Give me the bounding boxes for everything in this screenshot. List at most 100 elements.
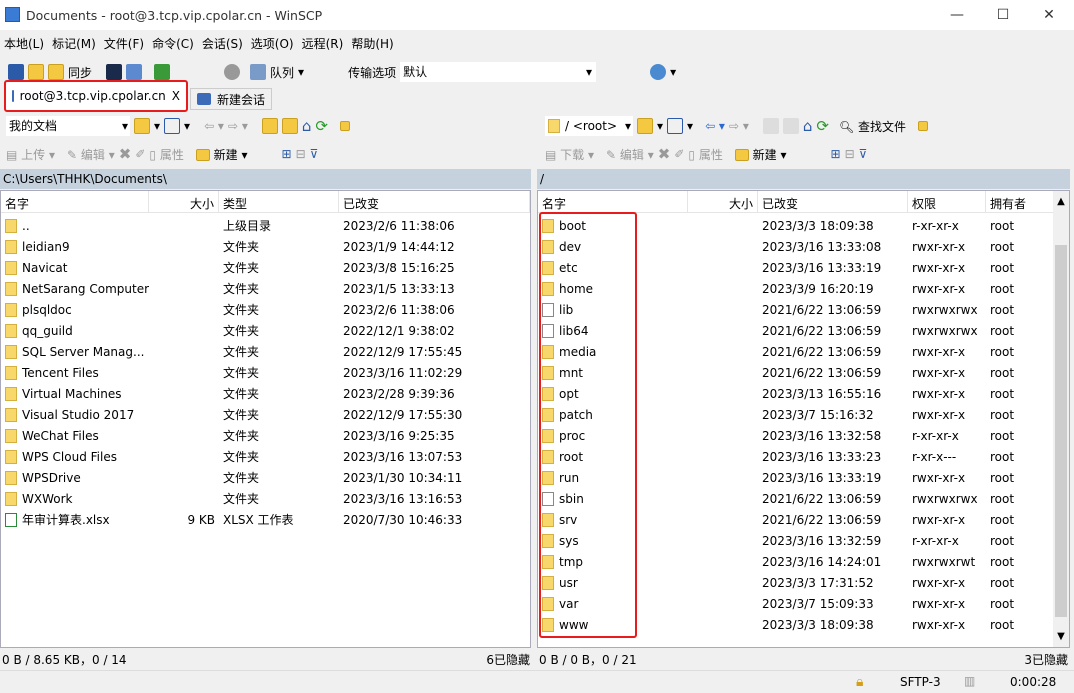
right-file-list[interactable]: 名字 大小 已改变 权限 拥有者 boot 2023/3/3 18:09:38 r-xr-xr…: [537, 190, 1070, 648]
session-tab-active[interactable]: root@3.tcp.vip.cpolar.cn X: [4, 80, 188, 112]
file-row[interactable]: sbin 2021/6/22 13:06:59 rwxrwxrwx root: [538, 489, 1069, 510]
menu-item[interactable]: 帮助(H): [347, 34, 397, 54]
file-row[interactable]: qq_guild 文件夹 2022/12/1 9:38:02: [1, 321, 530, 342]
file-row[interactable]: boot 2023/3/3 18:09:38 r-xr-xr-x root: [538, 216, 1069, 237]
upload-button[interactable]: ▤ 上传 ▾: [6, 146, 55, 163]
download-button[interactable]: ▤ 下载 ▾: [545, 146, 594, 163]
refresh-icon[interactable]: ⟳: [315, 117, 328, 135]
minimize-button[interactable]: —: [934, 0, 980, 30]
scroll-thumb[interactable]: [1055, 245, 1067, 617]
file-row[interactable]: srv 2021/6/22 13:06:59 rwxr-xr-x root: [538, 510, 1069, 531]
file-row[interactable]: WeChat Files 文件夹 2023/3/16 9:25:35: [1, 426, 530, 447]
open-folder-icon[interactable]: [134, 118, 150, 134]
column-header[interactable]: 已改变: [339, 191, 530, 213]
edit-button[interactable]: ✎ 编辑 ▾: [606, 146, 654, 163]
forward-icon[interactable]: ⇨ ▾: [729, 119, 749, 133]
back-icon[interactable]: ⇦ ▾: [705, 119, 725, 133]
file-row[interactable]: patch 2023/3/7 15:16:32 rwxr-xr-x root: [538, 405, 1069, 426]
file-row[interactable]: var 2023/3/7 15:09:33 rwxr-xr-x root: [538, 594, 1069, 615]
file-row[interactable]: SQL Server Manag... 文件夹 2022/12/9 17:55:45: [1, 342, 530, 363]
menu-item[interactable]: 文件(F): [100, 34, 148, 54]
file-row[interactable]: www 2023/3/3 18:09:38 rwxr-xr-x root: [538, 615, 1069, 636]
left-path-bar[interactable]: C:\Users\THHK\Documents\: [0, 169, 531, 189]
refresh-icon[interactable]: ⟳: [816, 117, 829, 135]
file-row[interactable]: Virtual Machines 文件夹 2023/2/28 9:39:36: [1, 384, 530, 405]
delete-icon[interactable]: ✖: [119, 145, 132, 163]
parent-dir-icon[interactable]: [762, 118, 779, 134]
rename-icon[interactable]: ✐: [135, 147, 145, 161]
network-icon[interactable]: [650, 64, 667, 80]
gear-icon[interactable]: [224, 64, 241, 80]
select-all-icon[interactable]: ⊞: [831, 147, 841, 161]
close-button[interactable]: ✕: [1026, 0, 1072, 30]
right-location-select[interactable]: / <root> ▾: [545, 116, 633, 136]
left-file-list[interactable]: 名字 大小 类型 已改变 .. 上级目录 2023/2/6 11:38:06 leidian9…: [0, 190, 531, 648]
close-tab-icon[interactable]: X: [172, 89, 180, 103]
filter-select-icon[interactable]: ⊽: [859, 147, 868, 161]
column-header[interactable]: 拥有者: [986, 191, 1054, 213]
filter-icon[interactable]: [164, 118, 181, 134]
right-path-bar[interactable]: /: [537, 169, 1070, 189]
file-row[interactable]: opt 2023/3/13 16:55:16 rwxr-xr-x root: [538, 384, 1069, 405]
parent-dir-icon[interactable]: [261, 118, 278, 134]
scroll-up-icon[interactable]: ▲: [1053, 191, 1069, 213]
file-row[interactable]: proc 2023/3/16 13:32:58 r-xr-xr-x root: [538, 426, 1069, 447]
column-header[interactable]: 名字: [1, 191, 149, 213]
new-button[interactable]: 新建 ▾: [195, 146, 248, 163]
delete-icon[interactable]: ✖: [658, 145, 671, 163]
file-row[interactable]: root 2023/3/16 13:33:23 r-xr-x--- root: [538, 447, 1069, 468]
column-header[interactable]: 大小: [149, 191, 219, 213]
filter-icon[interactable]: [667, 118, 684, 134]
root-dir-icon[interactable]: [281, 118, 298, 134]
file-row[interactable]: Navicat 文件夹 2023/3/8 15:16:25: [1, 258, 530, 279]
file-row[interactable]: WPSDrive 文件夹 2023/1/30 10:34:11: [1, 468, 530, 489]
menu-item[interactable]: 标记(M): [48, 34, 100, 54]
file-row[interactable]: media 2021/6/22 13:06:59 rwxr-xr-x root: [538, 342, 1069, 363]
properties-button[interactable]: ▯ 属性: [149, 146, 183, 163]
unselect-icon[interactable]: ⊟: [296, 147, 306, 161]
rename-icon[interactable]: ✐: [674, 147, 684, 161]
select-all-icon[interactable]: ⊞: [282, 147, 292, 161]
file-row[interactable]: 年审计算表.xlsx 9 KB XLSX 工作表 2020/7/30 10:46:33: [1, 510, 530, 531]
file-row[interactable]: lib 2021/6/22 13:06:59 rwxrwxrwx root: [538, 300, 1069, 321]
right-scrollbar[interactable]: ▲ ▼: [1053, 191, 1069, 647]
synchronize-browse-icon[interactable]: [28, 64, 44, 80]
menu-item[interactable]: 命令(C): [148, 34, 198, 54]
file-row[interactable]: Visual Studio 2017 文件夹 2022/12/9 17:55:30: [1, 405, 530, 426]
file-row[interactable]: .. 上级目录 2023/2/6 11:38:06: [1, 216, 530, 237]
file-row[interactable]: WXWork 文件夹 2023/3/16 13:16:53: [1, 489, 530, 510]
file-row[interactable]: etc 2023/3/16 13:33:19 rwxr-xr-x root: [538, 258, 1069, 279]
compare-icon[interactable]: [8, 64, 24, 80]
forward-icon[interactable]: ⇨ ▾: [228, 119, 248, 133]
transfer-options-select[interactable]: 默认 ▾: [400, 62, 597, 82]
putty-icon[interactable]: [126, 64, 143, 80]
scroll-down-icon[interactable]: ▼: [1053, 627, 1069, 647]
left-location-select[interactable]: 我的文档 ▾: [6, 116, 130, 136]
file-row[interactable]: run 2023/3/16 13:33:19 rwxr-xr-x root: [538, 468, 1069, 489]
terminal-icon[interactable]: [106, 64, 123, 80]
new-session-tab[interactable]: 新建会话: [190, 88, 273, 110]
column-header[interactable]: 已改变: [758, 191, 908, 213]
file-row[interactable]: tmp 2023/3/16 14:24:01 rwxrwxrwt root: [538, 552, 1069, 573]
back-icon[interactable]: ⇦ ▾: [204, 119, 224, 133]
column-header[interactable]: 类型: [219, 191, 339, 213]
menu-item[interactable]: 本地(L): [0, 34, 48, 54]
tree-icon[interactable]: [918, 121, 929, 131]
menu-item[interactable]: 会话(S): [198, 34, 247, 54]
open-folder-icon[interactable]: [637, 118, 653, 134]
home-icon[interactable]: ⌂: [302, 117, 312, 135]
sync-button[interactable]: 同步: [68, 64, 92, 81]
properties-button[interactable]: ▯ 属性: [688, 146, 722, 163]
file-row[interactable]: plsqldoc 文件夹 2023/2/6 11:38:06: [1, 300, 530, 321]
file-row[interactable]: leidian9 文件夹 2023/1/9 14:44:12: [1, 237, 530, 258]
file-row[interactable]: Tencent Files 文件夹 2023/3/16 11:02:29: [1, 363, 530, 384]
find-files-button[interactable]: 🔍︎ 查找文件: [839, 118, 906, 135]
refresh-icon[interactable]: [154, 64, 171, 80]
new-button[interactable]: 新建 ▾: [734, 146, 787, 163]
file-row[interactable]: WPS Cloud Files 文件夹 2023/3/16 13:07:53: [1, 447, 530, 468]
edit-button[interactable]: ✎ 编辑 ▾: [67, 146, 115, 163]
sync-icon[interactable]: [48, 64, 64, 80]
file-row[interactable]: sys 2023/3/16 13:32:59 r-xr-xr-x root: [538, 531, 1069, 552]
file-row[interactable]: NetSarang Computer 文件夹 2023/1/5 13:33:13: [1, 279, 530, 300]
menu-item[interactable]: 选项(O): [247, 34, 298, 54]
